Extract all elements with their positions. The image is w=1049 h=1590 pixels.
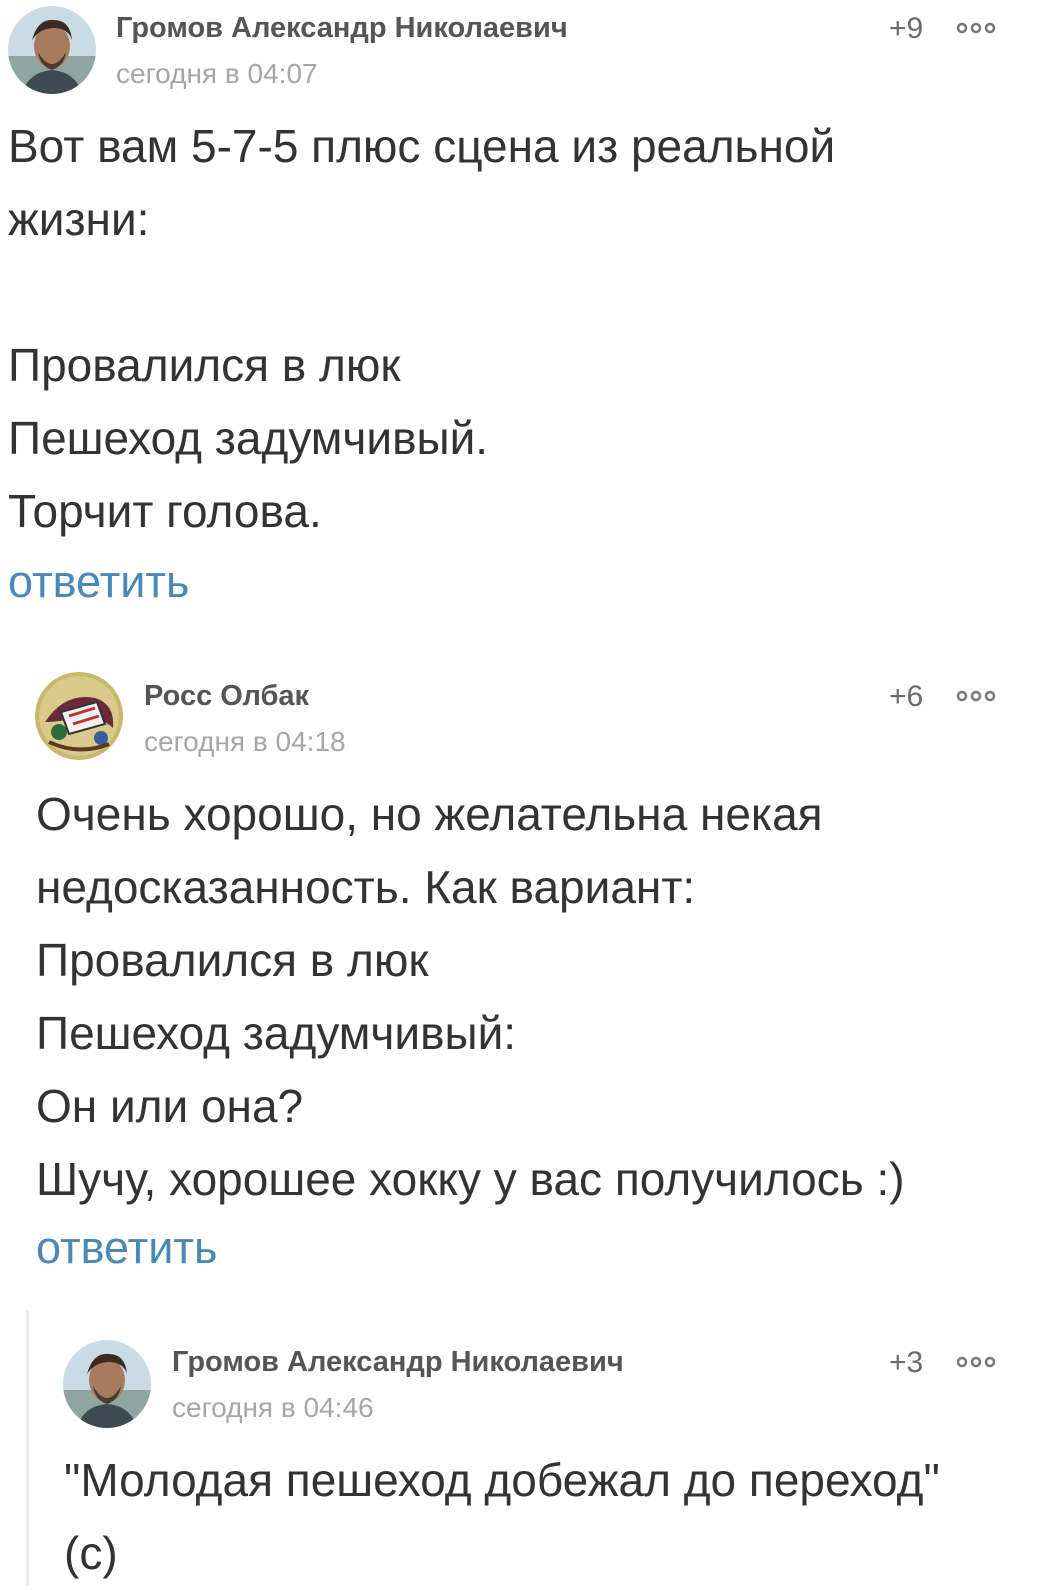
text-line: Шучу, хорошее хокку у вас получилось :) <box>36 1153 905 1205</box>
user-photo-icon <box>8 6 96 94</box>
text-line: "Молодая пешеход добежал до переход" <box>64 1454 940 1506</box>
more-dots-icon[interactable] <box>956 1355 996 1369</box>
text-line: Провалился в люк <box>36 934 429 986</box>
text-line: жизни: <box>8 193 150 245</box>
comment-text: Очень хорошо, но желательна некая недоск… <box>36 778 905 1216</box>
text-line: недосказанность. Как вариант: <box>36 861 696 913</box>
user-picture-icon <box>35 672 123 760</box>
text-line: Он или она? <box>36 1080 304 1132</box>
reply-link[interactable]: ответить <box>8 556 189 608</box>
text-line: Вот вам 5-7-5 плюс сцена из реальной <box>8 120 836 172</box>
author-name[interactable]: Громов Александр Николаевич <box>116 12 568 45</box>
text-line: Провалился в люк <box>8 339 401 391</box>
rating: +9 <box>889 12 924 45</box>
comment-text: Вот вам 5-7-5 плюс сцена из реальной жиз… <box>8 110 835 548</box>
timestamp: сегодня в 04:18 <box>144 726 346 757</box>
timestamp: сегодня в 04:46 <box>172 1392 374 1423</box>
avatar[interactable] <box>8 6 96 94</box>
avatar[interactable] <box>63 1340 151 1428</box>
more-dots-icon[interactable] <box>956 689 996 703</box>
text-line: Торчит голова. <box>8 485 322 537</box>
thread-line <box>26 1310 29 1586</box>
text-line: Пешеход задумчивый. <box>8 412 489 464</box>
text-line: Пешеход задумчивый: <box>36 1007 517 1059</box>
avatar[interactable] <box>35 672 123 760</box>
text-line: Очень хорошо, но желательна некая <box>36 788 823 840</box>
timestamp: сегодня в 04:07 <box>116 58 318 89</box>
more-dots-icon[interactable] <box>956 21 996 35</box>
rating: +3 <box>889 1346 924 1379</box>
reply-link[interactable]: ответить <box>36 1222 217 1274</box>
comment-text: "Молодая пешеход добежал до переход" (с) <box>64 1444 940 1590</box>
user-photo-icon <box>63 1340 151 1428</box>
author-name[interactable]: Громов Александр Николаевич <box>172 1346 624 1379</box>
rating: +6 <box>889 680 924 713</box>
author-name[interactable]: Росс Олбак <box>144 680 309 713</box>
text-line: (с) <box>64 1527 118 1579</box>
